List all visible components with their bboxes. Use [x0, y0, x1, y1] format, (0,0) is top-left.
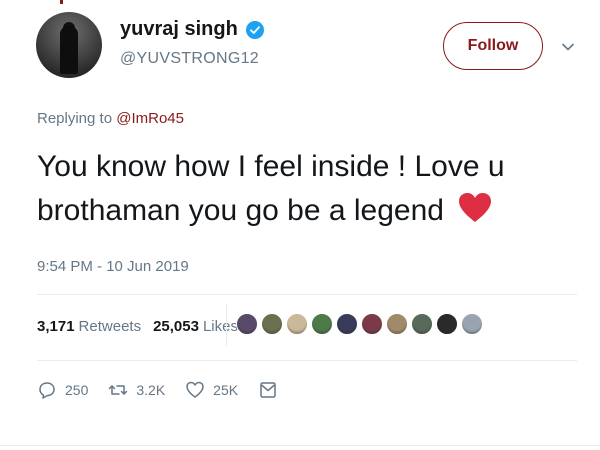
liker-avatar[interactable] [311, 313, 333, 335]
liker-avatar[interactable] [461, 313, 483, 335]
retweet-count: 3.2K [136, 382, 166, 398]
avatar-figure-body [60, 26, 78, 74]
like-count: 25K [213, 382, 239, 398]
tweet-page: yuvraj singh @YUVSTRONG12 Follow Replyin… [0, 0, 600, 450]
direct-message-icon [260, 382, 276, 398]
tweet-body: You know how I feel inside ! Love u brot… [37, 150, 505, 227]
bottom-border [0, 445, 600, 446]
top-edge-mark [60, 0, 63, 4]
liker-avatar[interactable] [236, 313, 258, 335]
chevron-down-icon[interactable] [561, 40, 575, 54]
reply-count: 250 [65, 382, 89, 398]
liker-avatar[interactable] [436, 313, 458, 335]
heart-icon [459, 193, 492, 222]
liker-avatar[interactable] [261, 313, 283, 335]
retweets-count: 3,171 [37, 318, 75, 335]
tweet-text: You know how I feel inside ! Love u brot… [37, 145, 557, 233]
tweet-timestamp[interactable]: 9:54 PM - 10 Jun 2019 [37, 258, 189, 275]
liker-avatar[interactable] [286, 313, 308, 335]
like-icon [186, 381, 204, 398]
liker-avatar[interactable] [336, 313, 358, 335]
replying-prefix: Replying to [37, 110, 113, 127]
like-action[interactable]: 25K [185, 380, 238, 400]
liker-avatar[interactable] [361, 313, 383, 335]
top-edge [0, 0, 600, 4]
likes-label: Likes [202, 318, 238, 335]
retweet-icon [109, 385, 128, 395]
liker-avatar[interactable] [386, 313, 408, 335]
user-handle[interactable]: @YUVSTRONG12 [120, 50, 259, 68]
action-bar: 250 3.2K 25K [37, 380, 298, 400]
divider [37, 360, 577, 361]
retweet-action[interactable]: 3.2K [108, 380, 165, 400]
stats-separator [226, 304, 227, 346]
engagement-stats: 3,171 Retweets 25,053 Likes [37, 318, 250, 335]
divider [37, 294, 577, 295]
verified-badge-icon [245, 20, 264, 39]
replying-mention-link[interactable]: @ImRo45 [116, 110, 184, 127]
retweets-stat[interactable]: 3,171 Retweets [37, 318, 141, 335]
reply-icon [39, 382, 55, 399]
replying-to-line: Replying to @ImRo45 [37, 110, 184, 127]
direct-message-action[interactable] [258, 380, 278, 400]
liker-avatars [236, 313, 486, 335]
reply-action[interactable]: 250 [37, 380, 88, 400]
likes-count: 25,053 [153, 318, 199, 335]
avatar[interactable] [36, 12, 102, 78]
follow-button[interactable]: Follow [443, 22, 543, 70]
liker-avatar[interactable] [411, 313, 433, 335]
retweets-label: Retweets [78, 318, 142, 335]
display-name[interactable]: yuvraj singh [120, 18, 238, 41]
name-row: yuvraj singh [120, 18, 264, 41]
